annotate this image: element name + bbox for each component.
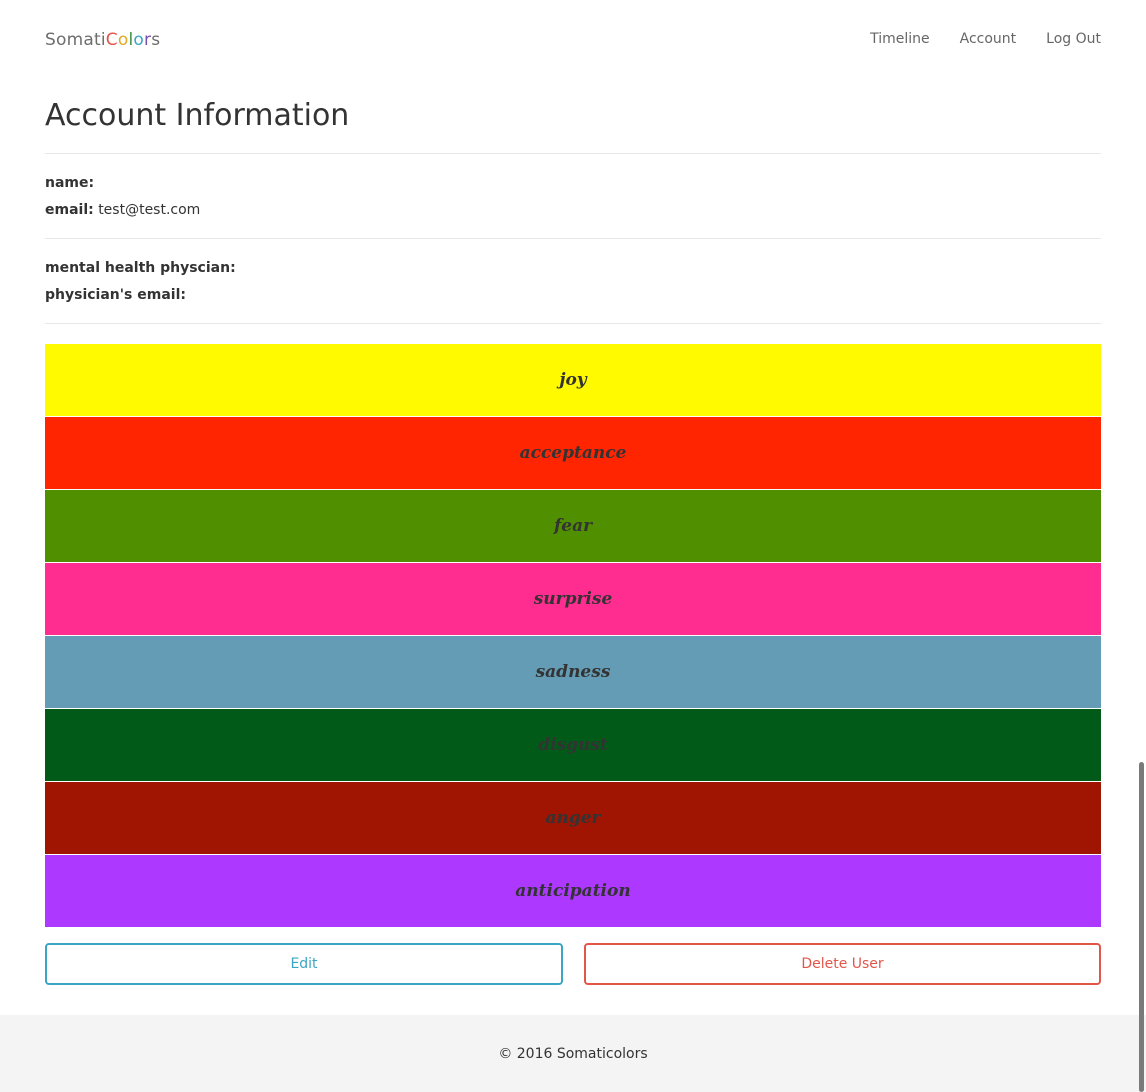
emotion-label: anticipation — [515, 881, 631, 901]
emotion-label: disgust — [538, 735, 608, 755]
account-name-label: name: — [45, 175, 95, 191]
emotion-joy: joy — [45, 344, 1101, 416]
divider — [45, 238, 1101, 239]
nav-timeline-link[interactable]: Timeline — [870, 31, 930, 47]
physician-email-label: physician's email: — [45, 287, 186, 303]
emotion-sadness: sadness — [45, 636, 1101, 708]
brand-logo[interactable]: SomatiColors — [45, 30, 160, 50]
emotion-label: fear — [553, 516, 593, 536]
emotion-label: acceptance — [519, 443, 627, 463]
emotion-acceptance: acceptance — [45, 417, 1101, 489]
emotion-fear: fear — [45, 490, 1101, 562]
physician-name-label: mental health physcian: — [45, 260, 236, 276]
emotion-label: anger — [545, 808, 601, 828]
emotion-color-list: joy acceptance fear surprise sadness dis… — [45, 344, 1101, 928]
emotion-label: surprise — [533, 589, 613, 609]
emotion-label: joy — [559, 370, 587, 390]
divider — [45, 323, 1101, 324]
physician-email-row: physician's email: — [45, 287, 186, 303]
nav-logout-link[interactable]: Log Out — [1046, 31, 1101, 47]
navbar: SomatiColors Timeline Account Log Out — [0, 0, 1146, 80]
account-email-label: email: — [45, 202, 94, 218]
account-email-row: email: test@test.com — [45, 202, 200, 218]
emotion-disgust: disgust — [45, 709, 1101, 781]
account-email-value: test@test.com — [98, 202, 201, 218]
divider — [45, 153, 1101, 154]
account-name-row: name: — [45, 175, 94, 191]
delete-user-button[interactable]: Delete User — [584, 943, 1101, 985]
footer-copyright: © 2016 Somaticolors — [498, 1045, 648, 1062]
brand-letter: o — [117, 30, 129, 50]
scrollbar-thumb[interactable] — [1139, 762, 1144, 1092]
brand-letter: o — [133, 30, 144, 50]
emotion-label: sadness — [535, 662, 611, 682]
brand-letter: C — [105, 30, 118, 50]
nav-account-link[interactable]: Account — [960, 31, 1017, 47]
emotion-surprise: surprise — [45, 563, 1101, 635]
physician-name-row: mental health physcian: — [45, 260, 236, 276]
emotion-anger: anger — [45, 782, 1101, 854]
emotion-anticipation: anticipation — [45, 855, 1101, 927]
nav-links: Timeline Account Log Out — [870, 31, 1101, 47]
page: SomatiColors Timeline Account Log Out Ac… — [0, 0, 1146, 1092]
brand-letter: s — [151, 30, 161, 50]
edit-button[interactable]: Edit — [45, 943, 563, 985]
page-title: Account Information — [45, 98, 350, 133]
footer: © 2016 Somaticolors — [0, 1015, 1146, 1092]
brand-letter: Somati — [45, 30, 106, 50]
